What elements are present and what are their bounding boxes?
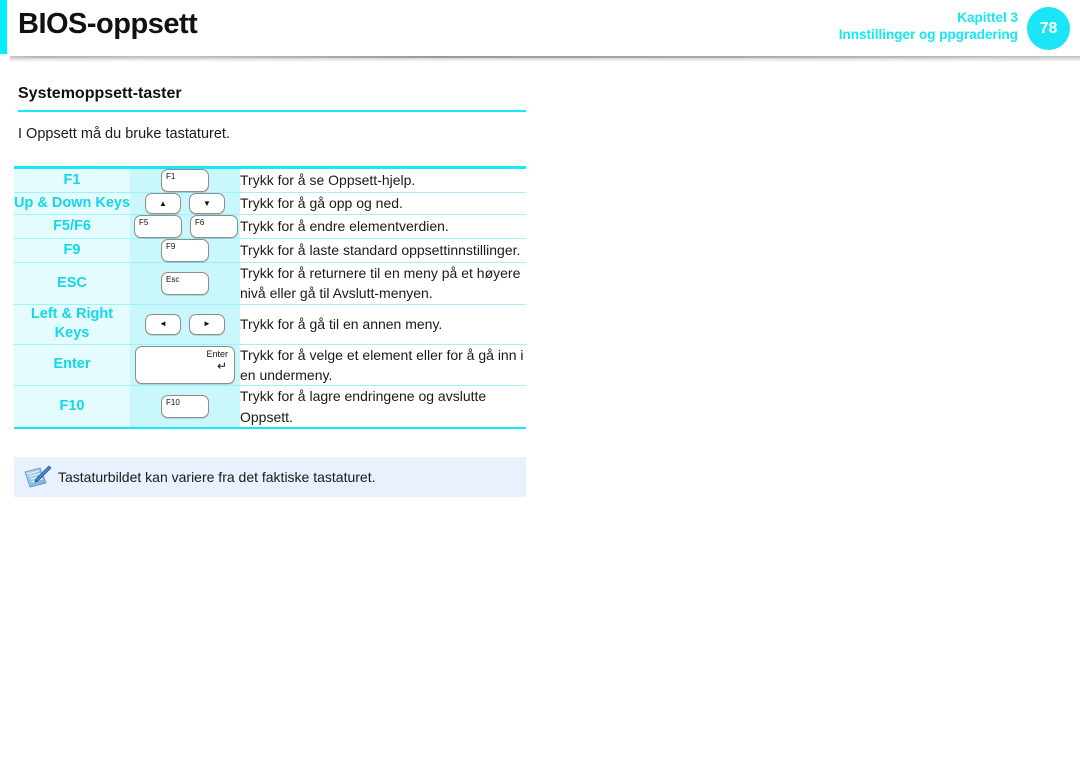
key-name-cell: ESC <box>14 262 130 305</box>
keycap-group: Enter ↵ <box>130 346 240 385</box>
keycap-label: Esc <box>166 274 180 284</box>
table-row: F10 F10 Trykk for å lagre endringene og av… <box>14 385 526 428</box>
key-name-cell: Left & Right Keys <box>14 303 130 345</box>
key-cap-cell: Esc <box>130 262 240 305</box>
key-name-cell: Up & Down Keys <box>14 192 130 215</box>
system-setup-keys-table: F1 F1 Trykk for å se Oppsett-hjelp. Up & Do… <box>14 166 526 429</box>
keycap-f6: F6 <box>190 215 238 238</box>
keycap-f10: F10 <box>161 395 209 419</box>
key-name-cell: F5/F6 <box>14 214 130 239</box>
page-number-badge: 78 <box>1027 7 1070 50</box>
table-row: Left & Right Keys ◄ ► Trykk for å gå til en… <box>14 303 526 345</box>
arrow-icon: ▼ <box>203 198 211 208</box>
keycap-group: F9 <box>130 239 240 262</box>
keycap-group: F10 <box>130 395 240 419</box>
keycap-arrow: ▼ <box>189 193 225 214</box>
table-body: F1 F1 Trykk for å se Oppsett-hjelp. Up & Do… <box>14 167 526 428</box>
keycap-label: F10 <box>166 398 180 408</box>
key-description-cell: Trykk for å gå opp og ned. <box>240 192 526 215</box>
key-cap-cell: F9 <box>130 238 240 263</box>
keycap-group: ◄ ► <box>130 313 240 335</box>
keycap-label: F9 <box>166 242 176 251</box>
keycap-label: F5 <box>139 218 149 227</box>
return-arrow-icon: ↵ <box>216 359 227 374</box>
key-cap-cell: F10 <box>130 385 240 428</box>
page-content: Systemoppsett-taster I Oppsett må du bru… <box>0 57 1080 497</box>
key-description-cell: Trykk for å endre elementverdien. <box>240 214 526 239</box>
key-description-cell: Trykk for å gå til en annen meny. <box>240 303 526 345</box>
keycap-label: F6 <box>195 218 205 227</box>
key-name-cell: F10 <box>14 385 130 428</box>
key-name-cell: Enter <box>14 343 130 386</box>
table-row: F9 F9 Trykk for å laste standard oppsettin… <box>14 238 526 263</box>
keycap-f5: F5 <box>134 215 182 238</box>
key-description-cell: Trykk for å laste standard oppsettinnsti… <box>240 238 526 263</box>
key-cap-cell: Enter ↵ <box>130 343 240 386</box>
key-name-cell: F9 <box>14 238 130 263</box>
key-cap-cell: F1 <box>130 167 240 193</box>
page-header: BIOS-oppsett Kapittel 3 Innstillinger og… <box>0 0 1080 62</box>
note-pen-icon <box>22 464 52 490</box>
section-intro-text: I Oppsett må du bruke tastaturet. <box>18 126 230 142</box>
arrow-icon: ▲ <box>159 198 167 208</box>
table-row: F1 F1 Trykk for å se Oppsett-hjelp. <box>14 167 526 193</box>
arrow-icon: ► <box>203 319 211 329</box>
key-cap-cell: ▲ ▼ <box>130 192 240 215</box>
keycap-group: ▲ ▼ <box>130 193 240 214</box>
table-row: Enter Enter ↵ Trykk for å velge et element … <box>14 343 526 386</box>
header-accent-bar <box>0 0 7 54</box>
keycap-f1: F1 <box>161 169 209 192</box>
page-title: BIOS-oppsett <box>18 8 198 40</box>
keycap-group: Esc <box>130 271 240 295</box>
key-name-cell: F1 <box>14 167 130 193</box>
keycap-group: F1 <box>130 169 240 192</box>
keycap-enter: Enter ↵ <box>135 346 235 385</box>
keycap-arrow: ▲ <box>145 193 181 214</box>
table-row: Up & Down Keys ▲ ▼ Trykk for å gå opp og ne… <box>14 192 526 215</box>
key-description-cell: Trykk for å velge et element eller for å… <box>240 343 526 386</box>
keycap-f9: F9 <box>161 239 209 262</box>
key-description-cell: Trykk for å se Oppsett-hjelp. <box>240 167 526 193</box>
note-text: Tastaturbildet kan variere fra det fakti… <box>58 468 376 485</box>
keycap-esc: Esc <box>161 271 209 295</box>
chapter-subtitle: Innstillinger og ppgradering <box>838 26 1018 42</box>
arrow-icon: ◄ <box>159 319 167 329</box>
section-heading: Systemoppsett-taster <box>18 85 526 112</box>
keycap-group: F5 F6 <box>130 215 240 238</box>
keycap-arrow: ◄ <box>145 313 181 335</box>
key-description-cell: Trykk for å returnere til en meny på et … <box>240 262 526 305</box>
note-box: Tastaturbildet kan variere fra det fakti… <box>14 456 526 497</box>
chapter-info: Kapittel 3 Innstillinger og ppgradering <box>839 10 1018 44</box>
key-cap-cell: F5 F6 <box>130 214 240 239</box>
table-row: F5/F6 F5 F6 Trykk for å endre elementverdie… <box>14 214 526 239</box>
table-row: ESC Esc Trykk for å returnere til en meny … <box>14 262 526 305</box>
keycap-label: F1 <box>166 172 176 181</box>
keycap-arrow: ► <box>189 313 225 335</box>
key-description-cell: Trykk for å lagre endringene og avslutte… <box>240 385 526 428</box>
chapter-number: Kapittel 3 <box>957 10 1018 25</box>
key-cap-cell: ◄ ► <box>130 303 240 345</box>
